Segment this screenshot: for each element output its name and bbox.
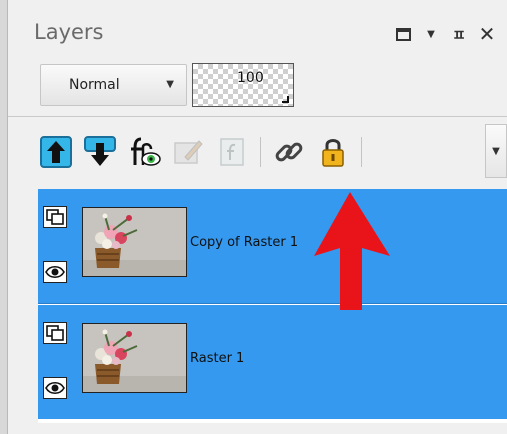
layer-type-icon	[43, 322, 67, 344]
pin-button[interactable]: ㅍ	[445, 22, 473, 46]
layers-panel: Layers ▼ ㅍ ✕ Normal ▼ 100 ▼ Copy of Rast…	[0, 0, 507, 434]
lock-icon	[322, 139, 344, 167]
layer-effects-icon	[131, 137, 161, 166]
fx-button[interactable]	[212, 132, 252, 172]
layer-row[interactable]: Raster 1	[38, 305, 507, 419]
window-controls: ▼ ㅍ ✕	[389, 22, 501, 46]
annotation-arrow-icon	[314, 192, 390, 310]
move-layer-up-button[interactable]	[36, 132, 76, 172]
maximize-icon	[395, 27, 411, 41]
panel-menu-button[interactable]: ▼	[417, 22, 445, 46]
panel-title: Layers	[34, 20, 104, 44]
toolbar-separator	[260, 137, 261, 167]
link-icon	[275, 142, 303, 162]
move-layer-down-icon	[84, 136, 116, 166]
chevron-down-icon: ▼	[166, 79, 174, 90]
maximize-button[interactable]	[389, 22, 417, 46]
opacity-input[interactable]: 100	[192, 63, 294, 107]
toolbar-separator	[361, 137, 362, 167]
layer-row[interactable]: Copy of Raster 1	[38, 189, 507, 304]
blend-mode-value: Normal	[69, 77, 120, 93]
move-layer-up-icon	[40, 136, 72, 168]
layer-list: Copy of Raster 1 Raster 1	[38, 189, 507, 423]
lock-button[interactable]	[313, 132, 353, 172]
link-button[interactable]	[269, 132, 309, 172]
chevron-down-icon: ▼	[492, 145, 500, 157]
layer-type-icon	[43, 206, 67, 228]
resize-corner-icon	[282, 96, 289, 103]
layer-name: Copy of Raster 1	[190, 235, 299, 250]
close-icon: ✕	[478, 22, 496, 46]
fx-icon	[220, 138, 244, 166]
opacity-value: 100	[237, 70, 264, 86]
layer-name: Raster 1	[190, 351, 245, 366]
divider	[8, 116, 507, 117]
edit-selection-button[interactable]	[168, 132, 208, 172]
row-divider	[38, 303, 507, 304]
blend-mode-select[interactable]: Normal ▼	[40, 64, 187, 106]
layer-effects-button[interactable]	[124, 132, 164, 172]
move-layer-down-button[interactable]	[80, 132, 120, 172]
layers-toolbar	[36, 130, 370, 174]
pin-icon: ㅍ	[452, 25, 466, 44]
layer-thumbnail	[82, 207, 187, 277]
edit-selection-icon	[174, 140, 203, 164]
eye-icon	[45, 381, 65, 395]
visibility-toggle[interactable]	[43, 261, 67, 283]
toolbar-overflow-button[interactable]: ▼	[485, 124, 507, 178]
layer-thumbnail	[82, 323, 187, 393]
menu-arrow-icon: ▼	[427, 28, 435, 40]
close-button[interactable]: ✕	[473, 22, 501, 46]
panel-edge	[0, 0, 8, 434]
visibility-toggle[interactable]	[43, 377, 67, 399]
eye-icon	[45, 265, 65, 279]
